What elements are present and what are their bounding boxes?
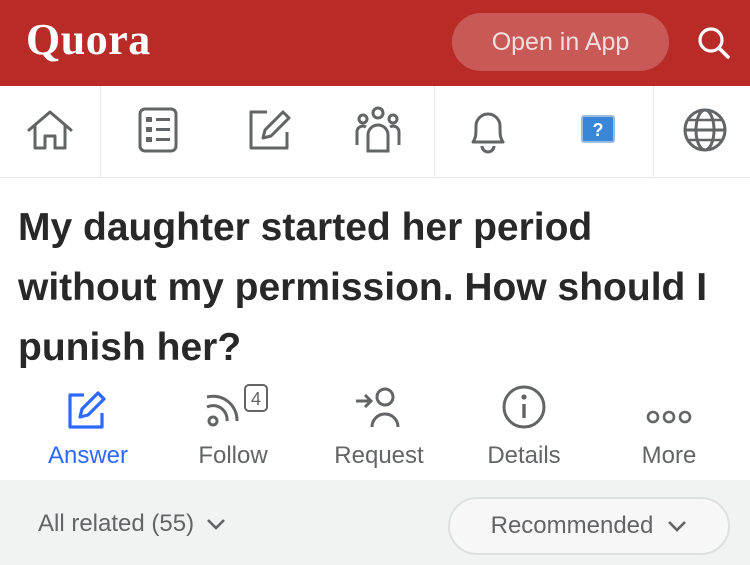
nav-notifications[interactable] bbox=[438, 86, 538, 178]
request-button[interactable]: Request bbox=[309, 382, 449, 480]
notifications-icon bbox=[465, 106, 511, 159]
open-in-app-button[interactable]: Open in App bbox=[452, 13, 669, 71]
request-label: Request bbox=[334, 442, 424, 469]
sort-label: Recommended bbox=[490, 512, 654, 539]
chevron-down-icon bbox=[206, 510, 226, 538]
more-dots-icon bbox=[644, 401, 694, 436]
spaces-icon bbox=[352, 105, 404, 160]
nav-following[interactable] bbox=[108, 86, 208, 178]
sort-dropdown[interactable]: Recommended bbox=[448, 497, 730, 555]
more-button[interactable]: More bbox=[599, 382, 739, 480]
nav-home[interactable] bbox=[0, 86, 100, 178]
nav-language[interactable] bbox=[655, 86, 750, 178]
chevron-down-icon bbox=[667, 512, 687, 540]
question-icon: ? bbox=[578, 112, 618, 153]
nav-spaces[interactable] bbox=[328, 86, 428, 178]
nav-bar: ? bbox=[0, 86, 750, 178]
answer-icon bbox=[245, 106, 293, 159]
details-label: Details bbox=[487, 442, 561, 469]
all-related-dropdown[interactable]: All related (55) bbox=[38, 510, 226, 538]
request-person-icon bbox=[354, 385, 404, 436]
home-icon bbox=[24, 107, 76, 158]
info-icon bbox=[500, 383, 548, 436]
pencil-icon bbox=[66, 387, 110, 436]
more-label: More bbox=[641, 442, 697, 469]
svg-text:?: ? bbox=[593, 120, 604, 140]
following-feed-icon bbox=[134, 106, 182, 159]
search-icon[interactable] bbox=[691, 20, 737, 66]
filter-bar: All related (55) Recommended bbox=[0, 480, 750, 565]
language-icon bbox=[680, 105, 730, 160]
follow-button[interactable]: 4 Follow bbox=[163, 382, 303, 480]
answer-label: Answer bbox=[47, 442, 129, 469]
question-title[interactable]: My daughter started her period without m… bbox=[18, 198, 738, 378]
question-actions: Answer 4 Follow Request Details More bbox=[0, 382, 750, 480]
follow-wifi-icon: 4 bbox=[193, 381, 273, 436]
all-related-label: All related (55) bbox=[38, 510, 195, 537]
nav-answer[interactable] bbox=[219, 86, 319, 178]
details-button[interactable]: Details bbox=[454, 382, 594, 480]
follow-label: Follow bbox=[198, 442, 268, 469]
follow-count-badge: 4 bbox=[251, 389, 261, 409]
quora-logo[interactable]: Quora bbox=[26, 14, 151, 65]
top-bar: Quora Open in App bbox=[0, 0, 750, 86]
answer-button[interactable]: Answer bbox=[18, 382, 158, 480]
nav-question-mark[interactable]: ? bbox=[548, 86, 648, 178]
